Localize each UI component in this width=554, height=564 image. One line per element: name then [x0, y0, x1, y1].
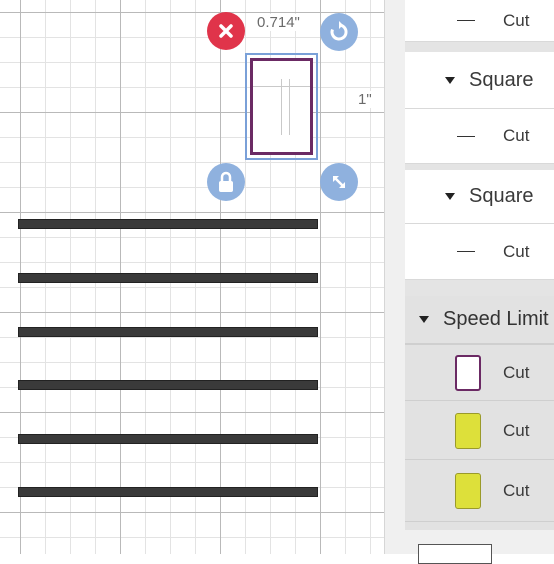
group-row-square[interactable]: Square	[405, 170, 554, 224]
resize-icon	[333, 176, 345, 188]
delete-handle[interactable]	[207, 12, 245, 50]
rotate-icon	[330, 21, 348, 41]
layer-swatch	[455, 412, 481, 449]
group-label: Speed Limit	[443, 308, 549, 330]
caret-down-icon	[445, 76, 455, 84]
group-row-square[interactable]: Square	[405, 52, 554, 109]
canvas-bar[interactable]	[18, 219, 318, 229]
height-dimension-label: 1"	[356, 91, 374, 108]
canvas-bar[interactable]	[18, 327, 318, 337]
dash-icon	[457, 135, 475, 137]
layer-label: Cut	[503, 10, 530, 30]
caret-down-icon	[419, 316, 429, 323]
grid-line	[289, 79, 290, 135]
canvas-bar[interactable]	[18, 487, 318, 497]
row-separator	[405, 280, 554, 296]
lock-handle[interactable]	[207, 163, 245, 201]
width-dimension-label: 0.714"	[255, 14, 302, 31]
layer-row[interactable]: Cut	[405, 0, 554, 42]
selected-rectangle[interactable]	[250, 58, 313, 155]
dash-icon	[457, 20, 475, 21]
resize-handle[interactable]	[320, 163, 358, 201]
lock-icon	[219, 171, 233, 192]
layer-swatch	[455, 354, 481, 391]
layer-row[interactable]: Cut	[405, 109, 554, 164]
grid-line	[253, 86, 310, 87]
layer-label: Cut	[503, 480, 530, 500]
close-icon	[219, 24, 233, 38]
layer-row[interactable]: Cut	[405, 402, 554, 460]
panel-footer-button[interactable]	[418, 544, 492, 564]
layer-row[interactable]: Cut	[405, 344, 554, 401]
canvas-bar[interactable]	[18, 273, 318, 283]
group-label: Square	[469, 68, 534, 91]
row-separator	[405, 42, 554, 52]
canvas-bar[interactable]	[18, 434, 318, 444]
layer-label: Cut	[503, 362, 530, 382]
layer-row[interactable]: Cut	[405, 224, 554, 280]
layer-label: Cut	[503, 420, 530, 440]
layer-label: Cut	[503, 126, 530, 145]
grid-line	[281, 79, 282, 135]
group-row-speed-limit[interactable]: Speed Limit	[405, 296, 554, 344]
dash-icon	[457, 251, 475, 252]
design-canvas[interactable]: 0.714" 1"	[0, 0, 384, 554]
layer-row[interactable]: Cut	[405, 460, 554, 522]
canvas-bar[interactable]	[18, 380, 318, 390]
rotate-handle[interactable]	[320, 13, 358, 51]
layer-label: Cut	[503, 241, 530, 261]
group-label: Square	[469, 185, 534, 207]
layer-swatch	[455, 472, 481, 509]
caret-down-icon	[445, 193, 455, 200]
